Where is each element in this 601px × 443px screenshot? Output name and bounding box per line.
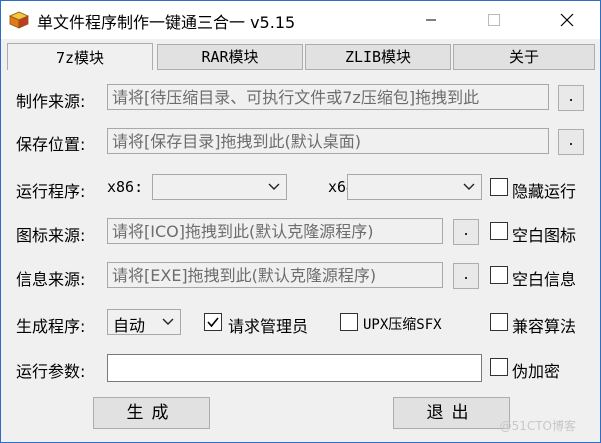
exit-button[interactable]: 退出 <box>393 397 510 429</box>
fake-encrypt-checkbox[interactable] <box>490 358 508 376</box>
maximize-button[interactable] <box>471 1 517 39</box>
module-tabs: 7z模块 RAR模块 ZLIB模块 关于 <box>7 43 595 70</box>
chevron-down-icon <box>162 318 174 325</box>
app-window: 单文件程序制作一键通三合一 v5.15 7z模块 RAR模块 ZLIB模块 关于… <box>0 0 601 443</box>
blank-icon-checkbox[interactable] <box>490 222 508 240</box>
maximize-icon <box>488 14 500 26</box>
info-source-label: 信息来源: <box>16 270 86 289</box>
checkmark-icon <box>207 317 219 328</box>
x86-label: x86: <box>107 178 144 196</box>
save-drop-field[interactable]: 请将[保存目录]拖拽到此(默认桌面) <box>107 128 549 154</box>
blank-info-checkbox[interactable] <box>490 266 508 284</box>
generate-mode-value: 自动 <box>113 316 146 335</box>
blank-info-label: 空白信息 <box>512 270 577 289</box>
x86-select[interactable] <box>152 174 287 200</box>
source-label: 制作来源: <box>16 92 86 111</box>
generate-label: 生成程序: <box>16 317 86 336</box>
info-browse-button[interactable]: . <box>453 263 479 289</box>
source-browse-button[interactable]: . <box>558 85 584 111</box>
tab-7z[interactable]: 7z模块 <box>7 43 153 70</box>
hide-run-label: 隐藏运行 <box>512 182 577 201</box>
blank-icon-label: 空白图标 <box>512 226 577 245</box>
fake-encrypt-label: 伪加密 <box>512 362 561 381</box>
tab-about[interactable]: 关于 <box>453 44 595 70</box>
admin-checkbox[interactable] <box>204 313 222 331</box>
icon-browse-button[interactable]: . <box>453 219 479 245</box>
admin-label: 请求管理员 <box>228 317 309 336</box>
chevron-down-icon <box>268 183 280 190</box>
source-drop-field[interactable]: 请将[待压缩目录、可执行文件或7z压缩包]拖拽到此 <box>107 84 549 110</box>
close-icon <box>560 13 574 27</box>
upx-label: UPX压缩SFX <box>363 317 442 333</box>
args-label: 运行参数: <box>16 362 86 381</box>
info-drop-field[interactable]: 请将[EXE]拖拽到此(默认克隆源程序) <box>107 262 443 288</box>
package-icon <box>9 11 29 29</box>
generate-mode-select[interactable]: 自动 <box>107 309 181 335</box>
build-button[interactable]: 生成 <box>93 397 210 429</box>
watermark: @51CTO博客 <box>499 419 576 433</box>
compat-label: 兼容算法 <box>512 317 577 336</box>
tab-rar[interactable]: RAR模块 <box>157 44 303 70</box>
minimize-icon <box>426 19 436 21</box>
compat-checkbox[interactable] <box>490 313 508 331</box>
hide-run-checkbox[interactable] <box>490 178 508 196</box>
args-input[interactable] <box>107 354 482 382</box>
x64-select[interactable] <box>347 174 482 200</box>
run-label: 运行程序: <box>16 182 86 201</box>
icon-drop-field[interactable]: 请将[ICO]拖拽到此(默认克隆源程序) <box>107 218 443 244</box>
minimize-button[interactable] <box>408 1 454 39</box>
chevron-down-icon <box>463 183 475 190</box>
window-title: 单文件程序制作一键通三合一 v5.15 <box>37 13 296 32</box>
title-bar: 单文件程序制作一键通三合一 v5.15 <box>1 1 600 39</box>
tab-zlib[interactable]: ZLIB模块 <box>305 44 451 70</box>
upx-checkbox[interactable] <box>340 313 358 331</box>
close-button[interactable] <box>544 1 590 39</box>
save-browse-button[interactable]: . <box>558 129 584 155</box>
save-label: 保存位置: <box>16 135 86 154</box>
icon-source-label: 图标来源: <box>16 226 86 245</box>
